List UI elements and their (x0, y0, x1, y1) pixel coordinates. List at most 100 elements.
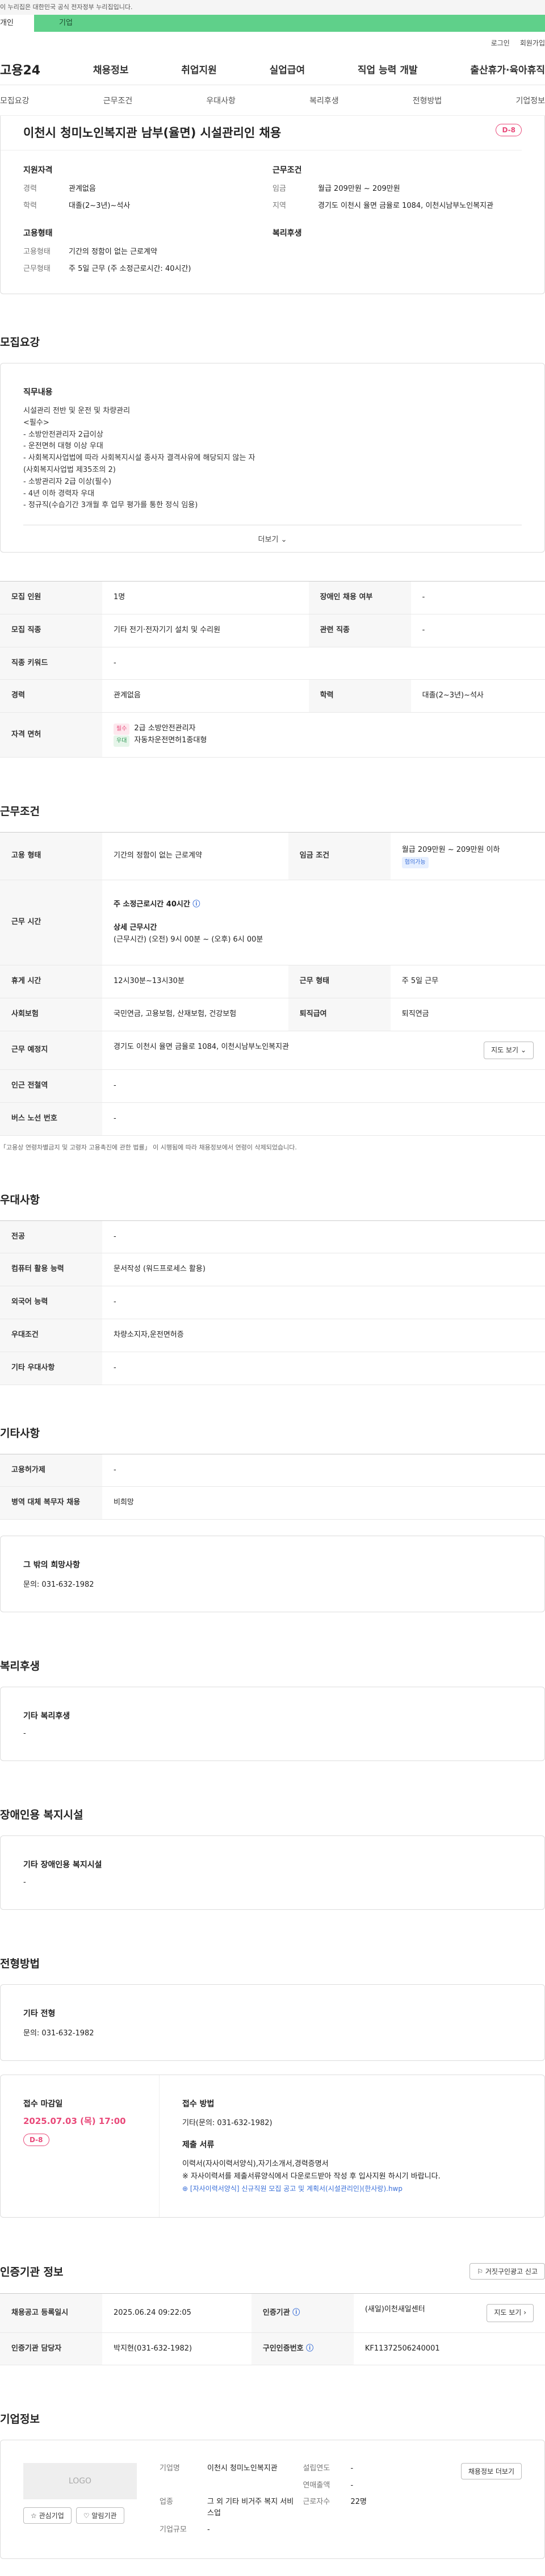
apply-grid: 접수 마감일 2025.07.03 (목) 17:00 D-8 접수 방법 기타… (0, 2075, 545, 2218)
notify-button[interactable]: ♡ 알림기관 (76, 2507, 124, 2524)
tab-welfare[interactable]: 복리후생 (309, 95, 339, 106)
pc-value: 문서작성 (워드프로세스 활용) (102, 1253, 545, 1287)
negotiable-tag: 협의가능 (401, 856, 429, 868)
company-info-grid: 기업명 이천시 청미노인복지관 설립연도 - 연매출액 - 업종 그 외 기타 … (160, 2463, 438, 2536)
pref-cond-key: 우대조건 (0, 1319, 102, 1352)
co-size-value: - (207, 2525, 210, 2535)
mgr-key: 인증기관 담당자 (0, 2332, 102, 2366)
co-size-key: 기업규모 (160, 2525, 187, 2535)
pc-key: 컴퓨터 활용 능력 (0, 1253, 102, 1287)
tab-preference[interactable]: 우대사항 (206, 95, 236, 106)
gnb-item-leave[interactable]: 출산휴가·육아휴직 (470, 62, 545, 76)
selection-box: 기타 전형 문의: 031-632-1982 (0, 1984, 545, 2061)
agency-map-button[interactable]: 지도 보기 › (487, 2304, 534, 2322)
rest-key: 휴게 시간 (0, 965, 102, 998)
job-summary-card: 이천시 청미노인복지관 남부(율면) 시설관리인 채용 D-8 지원자격 경력 관… (0, 116, 545, 294)
wage-value: 월급 209만원 ~ 209만원 (318, 185, 400, 193)
site-logo[interactable]: 고용24 (0, 60, 40, 78)
work-value: 주 5일 근무 (주 소정근로시간: 40시간) (69, 264, 191, 273)
conditions-section-title: 근무조건 (0, 805, 40, 818)
count-key: 모집 인원 (0, 581, 102, 614)
form-key: 근무 형태 (288, 965, 391, 998)
selection-section-title: 전형방법 (0, 1958, 40, 1971)
tab-company[interactable]: 기업정보 (515, 95, 545, 106)
career-label: 경력 (23, 185, 37, 193)
util-nav: 로그인 회원가입 (0, 32, 545, 53)
lang-key: 외국어 능력 (0, 1286, 102, 1319)
retire-value: 퇴직연금 (390, 998, 545, 1031)
map-button[interactable]: 지도 보기 ⌄ (484, 1041, 534, 1059)
subway-key: 인근 전철역 (0, 1069, 102, 1103)
area-value: 경기도 이천시 율면 금율로 1084, 이천시남부노인복지관 (318, 201, 494, 210)
bus-value: - (102, 1102, 545, 1136)
org-key-label: 인증기관 (262, 2308, 290, 2317)
license-value: 필수 2급 소방안전관리자 우대 자동차운전면허1종대형 (102, 712, 545, 758)
required-tag: 필수 (114, 724, 130, 735)
welfare-sub-value: - (23, 1729, 26, 1738)
star-icon: ☆ (31, 2512, 37, 2520)
method-heading: 접수 방법 (182, 2100, 215, 2109)
permit-value: - (102, 1454, 545, 1487)
location-value: 경기도 이천시 율면 금율로 1084, 이천시남부노인복지관 (114, 1042, 290, 1051)
signup-link[interactable]: 회원가입 (520, 38, 545, 48)
tab-recruit[interactable]: 모집요강 (0, 95, 30, 106)
wish-value: 문의: 031-632-1982 (23, 1580, 94, 1590)
favorite-button[interactable]: ☆ 관심기업 (23, 2507, 72, 2524)
tab-personal[interactable]: 개인 (0, 15, 34, 32)
tab-selection[interactable]: 전형방법 (413, 95, 442, 106)
mgr-value: 박지현(031-632-1982) (102, 2332, 251, 2366)
gnb-item-unemployment[interactable]: 실업급여 (270, 62, 305, 76)
gnb-item-support[interactable]: 취업지원 (181, 62, 217, 76)
info-icon[interactable]: ⓘ (292, 2309, 300, 2317)
license-key: 자격 면허 (0, 712, 102, 758)
wish-box: 그 밖의 희망사항 문의: 031-632-1982 (0, 1536, 545, 1613)
etc-section-title: 기타사항 (0, 1427, 40, 1440)
disabled-sub-heading: 기타 장애인용 복지시설 (23, 1860, 102, 1870)
gov-notice: 이 누리집은 대한민국 공식 전자정부 누리집입니다. (0, 0, 545, 15)
gnb-item-training[interactable]: 직업 능력 개발 (358, 62, 418, 76)
job-title: 이천시 청미노인복지관 남부(율면) 시설관리인 채용 (23, 126, 282, 140)
duty-heading: 직무내용 (23, 388, 53, 397)
co-emp-value: 22명 (350, 2498, 367, 2507)
more-label: 더보기 (258, 536, 279, 544)
chevron-right-icon: › (523, 2309, 526, 2317)
chevron-down-icon: ⌄ (280, 536, 287, 544)
chevron-down-icon: ⌄ (520, 1046, 526, 1054)
pref-etc-value: - (102, 1352, 545, 1385)
deadline-dday: D-8 (23, 2134, 49, 2147)
emp-heading: 고용형태 (23, 229, 53, 238)
area-label: 지역 (272, 201, 286, 210)
org-value: (새일)이천새일센터 (364, 2305, 425, 2314)
tab-conditions[interactable]: 근무조건 (103, 95, 133, 106)
info-icon[interactable]: ⓘ (306, 2344, 313, 2353)
cond-heading: 근무조건 (272, 166, 302, 175)
welfare-heading: 복리후생 (272, 229, 302, 238)
detail-hours-title: 상세 근무시간 (114, 923, 157, 932)
docs-file-link[interactable]: ⊕ [자사이력서양식] 신규직원 모집 공고 및 계획서(시설관리인)(한사랑)… (182, 2183, 522, 2194)
recruit-table: 모집 인원 1명 장애인 채용 여부 - 모집 직종 기타 전기·전자기기 설치… (0, 581, 545, 758)
reg-value: 2025.06.24 09:22:05 (102, 2293, 251, 2333)
more-button[interactable]: 더보기 ⌄ (23, 525, 522, 552)
recruit-section-title: 모집요강 (0, 336, 40, 349)
org-cell: (새일)이천새일센터 지도 보기 › (353, 2293, 545, 2333)
etc-table: 고용허가제 - 병역 대체 복무자 채용 비희망 (0, 1453, 545, 1520)
report-button[interactable]: ⚐ 거짓구인광고 신고 (469, 2263, 545, 2280)
company-jobs-button[interactable]: 채용정보 더보기 (460, 2463, 522, 2480)
co-ind-key: 업종 (160, 2498, 173, 2507)
category-bar: 개인 기업 (0, 15, 545, 32)
tab-corporate[interactable]: 기업 (34, 15, 545, 32)
map-label: 지도 보기 (491, 1046, 519, 1054)
company-more-col: 채용정보 더보기 (460, 2463, 522, 2536)
reg-key: 채용공고 등록일시 (0, 2293, 102, 2333)
jobtype-value: 기타 전기·전자기기 설치 및 수리원 (102, 614, 309, 647)
gnb-item-jobs[interactable]: 채용정보 (93, 62, 129, 76)
detail-hours: (근무시간) (오전) 9시 00분 ~ (오후) 6시 00분 (114, 935, 263, 944)
login-link[interactable]: 로그인 (491, 38, 510, 48)
career-val: 관계없음 (102, 679, 309, 713)
method-col: 접수 방법 기타(문의: 031-632-1982) 제출 서류 이력서(자사이… (160, 2075, 544, 2217)
notify-label: 알림기관 (91, 2512, 117, 2520)
major-value: - (102, 1220, 545, 1254)
duty-text: 시설관리 전반 및 운전 및 차량관리 <필수> - 소방안전관리자 2급이상 … (23, 407, 255, 510)
bottom-spacer (0, 2559, 545, 2576)
info-icon[interactable]: ⓘ (192, 900, 200, 909)
